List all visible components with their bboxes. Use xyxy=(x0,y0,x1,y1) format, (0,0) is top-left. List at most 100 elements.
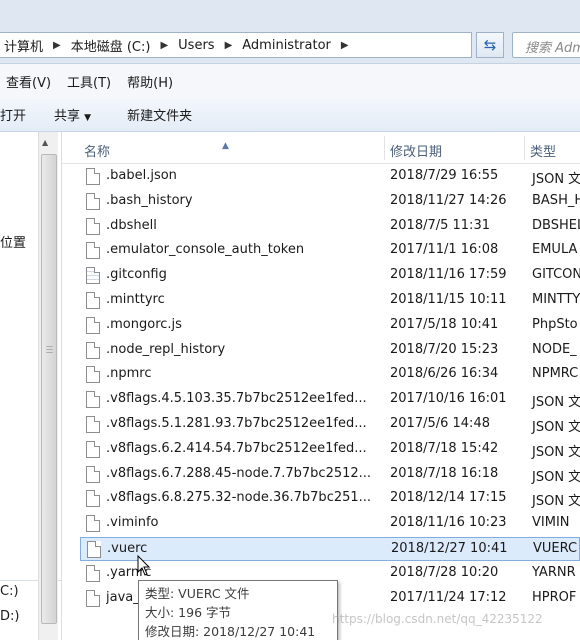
file-icon xyxy=(86,589,100,607)
file-name: .v8flags.6.7.288.45-node.7.7b7bc2512... xyxy=(106,465,372,481)
menu-help[interactable]: 帮助(H) xyxy=(121,72,183,91)
file-type: JSON 文 xyxy=(532,444,580,460)
nav-item-recent-places[interactable]: 位置 xyxy=(0,232,26,251)
address-bar-area: 计算机 ▶ 本地磁盘 (C:) ▶ Users ▶ Administrator … xyxy=(0,0,580,64)
file-icon xyxy=(86,366,100,384)
column-type[interactable]: 类型 xyxy=(530,141,556,160)
file-date-modified: 2018/11/16 17:59 xyxy=(390,267,507,283)
file-row[interactable]: .viminfo 2018/11/16 10:23 VIMIN xyxy=(80,512,580,536)
column-name[interactable]: 名称 xyxy=(84,141,110,160)
file-row[interactable]: .v8flags.4.5.103.35.7b7bc2512ee1fed... 20… xyxy=(80,388,580,412)
file-info-tooltip: 类型: VUERC 文件 大小: 196 字节 修改日期: 2018/12/27… xyxy=(138,580,338,640)
file-row[interactable]: .v8flags.6.2.414.54.7b7bc2512ee1fed... 20… xyxy=(80,438,580,462)
file-icon xyxy=(86,440,100,458)
tooltip-date: 修改日期: 2018/12/27 10:41 xyxy=(145,624,316,639)
file-row[interactable]: .v8flags.6.7.288.45-node.7.7b7bc2512... 2… xyxy=(80,463,580,487)
file-row[interactable]: .vuerc 2018/12/27 10:41 VUERC xyxy=(80,537,580,561)
file-name: .gitconfig xyxy=(106,267,167,283)
search-input[interactable]: 搜索 Adm xyxy=(512,32,580,58)
address-bar[interactable]: 计算机 ▶ 本地磁盘 (C:) ▶ Users ▶ Administrator … xyxy=(0,32,472,58)
breadcrumb-arrow-icon[interactable]: ▶ xyxy=(335,40,355,51)
file-row[interactable]: .mongorc.js 2017/5/18 10:41 PhpSto xyxy=(80,314,580,338)
file-row[interactable]: .babel.json 2018/7/29 16:55 JSON 文 xyxy=(80,165,580,189)
file-type: NODE_ xyxy=(532,341,577,357)
file-type: GITCON xyxy=(532,267,580,283)
refresh-button[interactable]: ⇆ xyxy=(476,32,504,58)
file-date-modified: 2017/5/6 14:48 xyxy=(390,416,490,431)
breadcrumb-arrow-icon[interactable]: ▶ xyxy=(47,40,67,51)
file-date-modified: 2018/6/26 16:34 xyxy=(390,366,499,382)
command-toolbar: 打开 共享 ▼ 新建文件夹 xyxy=(0,98,580,132)
file-icon xyxy=(86,217,100,235)
share-button[interactable]: 共享 ▼ xyxy=(54,105,91,124)
file-type: MINTTY xyxy=(532,292,580,307)
nav-scrollbar[interactable]: ▲ — — — xyxy=(38,132,58,640)
file-icon xyxy=(86,465,100,483)
tooltip-size: 大小: 196 字节 xyxy=(145,605,232,620)
file-name: .babel.json xyxy=(106,168,177,183)
file-row[interactable]: .minttyrc 2018/11/15 10:11 MINTTY xyxy=(80,289,580,313)
column-divider[interactable] xyxy=(384,136,385,160)
scroll-up-icon[interactable]: ▲ xyxy=(42,138,48,147)
file-type: VUERC xyxy=(533,541,578,556)
file-date-modified: 2018/11/15 10:11 xyxy=(390,292,507,307)
file-type: JSON 文 xyxy=(532,420,580,435)
config-file-icon xyxy=(86,267,100,285)
menu-view[interactable]: 查看(V) xyxy=(0,72,61,91)
file-type: DBSHEL xyxy=(532,217,580,233)
file-date-modified: 2017/11/24 17:12 xyxy=(390,589,507,605)
file-date-modified: 2018/7/29 16:55 xyxy=(390,168,499,183)
file-name: .v8flags.6.8.275.32-node.36.7b7bc251... xyxy=(106,490,372,506)
file-date-modified: 2018/7/18 16:18 xyxy=(390,465,499,481)
file-row[interactable]: .gitconfig 2018/11/16 17:59 GITCON xyxy=(80,264,580,288)
share-label: 共享 xyxy=(54,109,81,124)
file-row[interactable]: .bash_history 2018/11/27 14:26 BASH_H xyxy=(80,190,580,214)
scrollbar-thumb[interactable]: — — — xyxy=(41,154,57,624)
file-date-modified: 2018/11/27 14:26 xyxy=(390,192,507,208)
file-name: .minttyrc xyxy=(106,292,165,307)
file-icon xyxy=(86,416,100,433)
breadcrumb-computer[interactable]: 计算机 xyxy=(0,36,47,55)
file-icon xyxy=(87,541,101,558)
breadcrumb-arrow-icon[interactable]: ▶ xyxy=(219,40,239,51)
file-date-modified: 2018/11/16 10:23 xyxy=(390,515,507,531)
menu-tools[interactable]: 工具(T) xyxy=(61,72,121,91)
column-header: ▲ 名称 修改日期 类型 xyxy=(62,132,580,164)
column-date-modified[interactable]: 修改日期 xyxy=(390,141,442,160)
file-date-modified: 2018/7/18 15:42 xyxy=(390,440,499,456)
file-type: EMULA xyxy=(532,242,578,258)
breadcrumb-drive-c[interactable]: 本地磁盘 (C:) xyxy=(67,36,155,55)
file-row[interactable]: .emulator_console_auth_token 2017/11/1 16… xyxy=(80,239,580,263)
file-row[interactable]: .node_repl_history 2018/7/20 15:23 NODE_ xyxy=(80,339,580,363)
file-date-modified: 2017/11/1 16:08 xyxy=(390,242,499,258)
sort-ascending-icon: ▲ xyxy=(222,141,229,151)
file-row[interactable]: .v8flags.6.8.275.32-node.36.7b7bc251... 2… xyxy=(80,487,580,511)
file-icon xyxy=(86,515,100,533)
file-icon xyxy=(86,192,100,210)
breadcrumb-users[interactable]: Users xyxy=(174,38,218,53)
new-folder-button[interactable]: 新建文件夹 xyxy=(127,105,192,124)
watermark: https://blog.csdn.net/qq_42235122 xyxy=(332,612,543,626)
file-date-modified: 2017/10/16 16:01 xyxy=(390,391,507,407)
file-icon xyxy=(86,242,100,260)
breadcrumb-administrator[interactable]: Administrator xyxy=(238,38,335,53)
file-name: .bash_history xyxy=(106,192,193,208)
column-divider[interactable] xyxy=(524,136,525,160)
file-type: JSON 文 xyxy=(532,172,580,187)
tooltip-type: 类型: VUERC 文件 xyxy=(145,586,250,601)
file-icon xyxy=(86,316,100,334)
file-date-modified: 2017/5/18 10:41 xyxy=(390,316,499,332)
file-row[interactable]: .v8flags.5.1.281.93.7b7bc2512ee1fed... 20… xyxy=(80,413,580,437)
mouse-cursor-icon xyxy=(137,555,151,576)
file-name: .node_repl_history xyxy=(106,341,226,357)
file-name: .vuerc xyxy=(107,541,148,556)
file-row[interactable]: .npmrc 2018/6/26 16:34 NPMRC xyxy=(80,363,580,387)
file-name: .dbshell xyxy=(106,217,157,233)
file-row[interactable]: .dbshell 2018/7/5 11:31 DBSHEL xyxy=(80,215,580,239)
file-icon xyxy=(86,168,100,185)
file-name: .npmrc xyxy=(106,366,152,382)
file-name: .v8flags.4.5.103.35.7b7bc2512ee1fed... xyxy=(106,391,367,407)
breadcrumb-arrow-icon[interactable]: ▶ xyxy=(154,40,174,51)
open-button[interactable]: 打开 xyxy=(0,105,26,124)
file-icon xyxy=(86,391,100,409)
